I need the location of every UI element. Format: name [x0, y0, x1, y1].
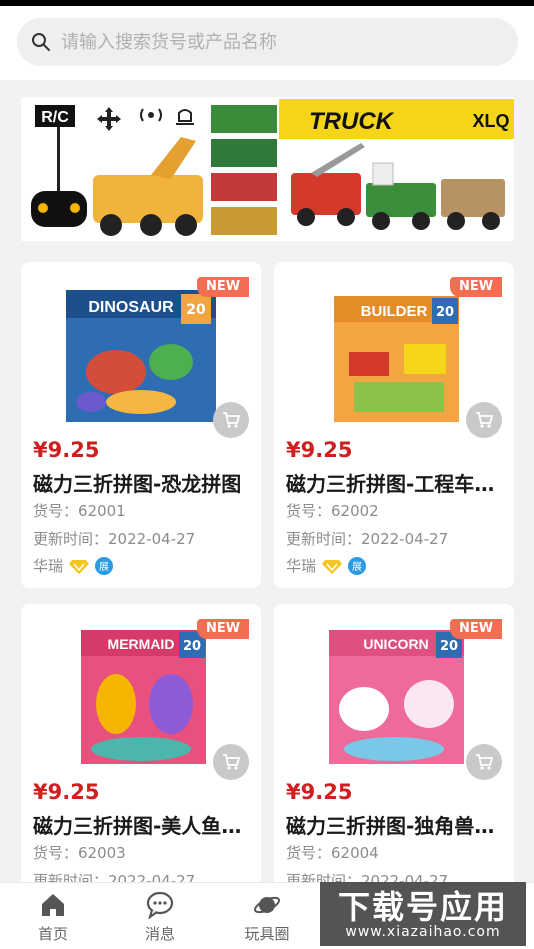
box-title: BUILDER: [361, 303, 428, 320]
svg-text:展: 展: [352, 561, 362, 573]
watermark-url: www.xiazaihao.com: [345, 924, 501, 940]
add-to-cart-button[interactable]: [466, 744, 502, 780]
product-sku: 货号：62004: [286, 844, 379, 862]
new-badge: NEW: [197, 277, 249, 297]
search-icon: [32, 33, 50, 51]
product-title[interactable]: 磁力三折拼图-美人鱼拼图: [33, 810, 253, 839]
add-to-cart-button[interactable]: [213, 744, 249, 780]
box-title: UNICORN: [363, 636, 428, 652]
tab-messages[interactable]: 消息: [125, 891, 195, 944]
svg-text:展: 展: [99, 561, 109, 573]
cart-icon: [476, 754, 494, 770]
add-to-cart-button[interactable]: [466, 402, 502, 438]
new-badge: NEW: [197, 619, 249, 639]
product-sku: 货号：62002: [286, 502, 379, 520]
banner-image: R/C TRUCK XLQ: [21, 97, 514, 241]
product-price: ¥9.25: [33, 780, 100, 804]
product-updated: 更新时间：2022-04-27: [286, 530, 449, 548]
cart-icon: [223, 754, 241, 770]
product-sku: 货号：62003: [33, 844, 126, 862]
brand-name: 华瑞: [286, 557, 317, 575]
brand-row: 华瑞 展: [286, 555, 367, 576]
box-title: DINOSAUR: [88, 299, 174, 316]
vip-diamond-icon: [69, 559, 90, 574]
banner-truck-text: TRUCK: [309, 108, 395, 135]
brand-row: 华瑞 展: [33, 555, 114, 576]
product-title[interactable]: 磁力三折拼图-工程车拼图: [286, 468, 506, 497]
product-price: ¥9.25: [286, 438, 353, 462]
brand-name: 华瑞: [33, 557, 64, 575]
banner-rc-label: R/C: [41, 109, 69, 126]
tab-toys[interactable]: 玩具圈: [232, 891, 302, 944]
product-title[interactable]: 磁力三折拼图-恐龙拼图: [33, 468, 253, 497]
product-sku: 货号：62001: [33, 502, 126, 520]
vip-diamond-icon: [322, 559, 343, 574]
product-card[interactable]: DINOSAUR 20 NEW ¥9.25 磁力三折拼图-恐龙拼图 货号：620…: [21, 262, 261, 588]
svg-text:20: 20: [440, 639, 458, 654]
exhibit-badge-icon: 展: [348, 556, 367, 575]
new-badge: NEW: [450, 619, 502, 639]
product-price: ¥9.25: [286, 780, 353, 804]
tab-messages-label: 消息: [144, 925, 175, 943]
header: [0, 6, 534, 80]
svg-text:20: 20: [186, 302, 206, 318]
cart-icon: [223, 412, 241, 428]
watermark-overlay: 下载号应用 www.xiazaihao.com: [320, 882, 526, 946]
exhibit-badge-icon: 展: [95, 556, 114, 575]
product-updated: 更新时间：2022-04-27: [33, 530, 196, 548]
svg-text:20: 20: [436, 305, 454, 320]
product-title[interactable]: 磁力三折拼图-独角兽拼图: [286, 810, 506, 839]
chat-bubble-icon: [146, 891, 174, 919]
home-icon: [42, 894, 64, 916]
banner-brand: XLQ: [472, 111, 509, 131]
search-input[interactable]: [61, 31, 481, 53]
new-badge: NEW: [450, 277, 502, 297]
cart-icon: [476, 412, 494, 428]
tab-toys-label: 玩具圈: [244, 925, 290, 943]
product-card[interactable]: BUILDER 20 NEW ¥9.25 磁力三折拼图-工程车拼图 货号：620…: [274, 262, 514, 588]
product-card[interactable]: UNICORN 20 NEW ¥9.25 磁力三折拼图-独角兽拼图 货号：620…: [274, 604, 514, 904]
search-bar[interactable]: [17, 18, 518, 66]
box-title: MERMAID: [108, 636, 175, 652]
tab-home[interactable]: 首页: [18, 891, 88, 944]
svg-text:20: 20: [183, 639, 201, 654]
watermark-title: 下载号应用: [337, 888, 508, 926]
promo-banner[interactable]: R/C TRUCK XLQ: [21, 97, 514, 241]
tab-home-label: 首页: [37, 925, 68, 943]
product-price: ¥9.25: [33, 438, 100, 462]
product-card[interactable]: MERMAID 20 NEW ¥9.25 磁力三折拼图-美人鱼拼图 货号：620…: [21, 604, 261, 904]
add-to-cart-button[interactable]: [213, 402, 249, 438]
planet-icon: [254, 896, 280, 914]
